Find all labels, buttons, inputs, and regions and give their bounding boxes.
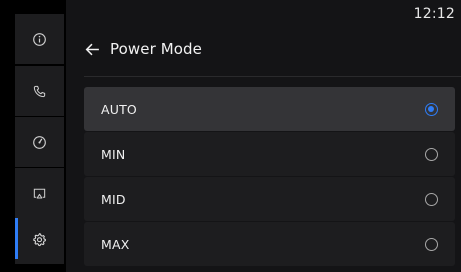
sidebar-item-gauge[interactable] — [15, 117, 64, 167]
content-panel: 12:12 Power Mode AUTO MIN MID MAX — [66, 0, 461, 272]
option-auto[interactable]: AUTO — [84, 87, 455, 131]
header-divider — [84, 76, 461, 77]
gear-icon — [33, 232, 46, 246]
radio-button[interactable] — [425, 147, 438, 161]
sidebar-item-screen-mirror[interactable] — [15, 168, 64, 218]
status-clock: 12:12 — [413, 6, 455, 22]
selected-indicator — [15, 218, 18, 259]
info-icon — [33, 32, 46, 46]
back-arrow-icon[interactable] — [84, 41, 101, 58]
radio-button[interactable] — [425, 192, 438, 206]
gauge-icon — [33, 135, 46, 149]
phone-icon — [33, 85, 46, 97]
option-label: MAX — [101, 236, 130, 252]
radio-button[interactable] — [425, 102, 438, 116]
option-mid[interactable]: MID — [84, 177, 455, 221]
sidebar-item-settings[interactable] — [15, 214, 64, 264]
option-max[interactable]: MAX — [84, 222, 455, 266]
app-window: 12:12 Power Mode AUTO MIN MID MAX — [0, 0, 461, 272]
sidebar — [0, 0, 66, 272]
option-min[interactable]: MIN — [84, 132, 455, 176]
page-header: Power Mode — [84, 40, 202, 58]
sidebar-item-phone[interactable] — [15, 66, 64, 116]
page-title: Power Mode — [110, 40, 202, 58]
option-label: AUTO — [101, 101, 137, 117]
radio-button[interactable] — [425, 237, 438, 251]
sidebar-item-info[interactable] — [15, 14, 64, 64]
screen-mirror-icon — [33, 188, 46, 199]
option-label: MID — [101, 191, 126, 207]
power-mode-options: AUTO MIN MID MAX — [84, 87, 455, 267]
option-label: MIN — [101, 146, 126, 162]
